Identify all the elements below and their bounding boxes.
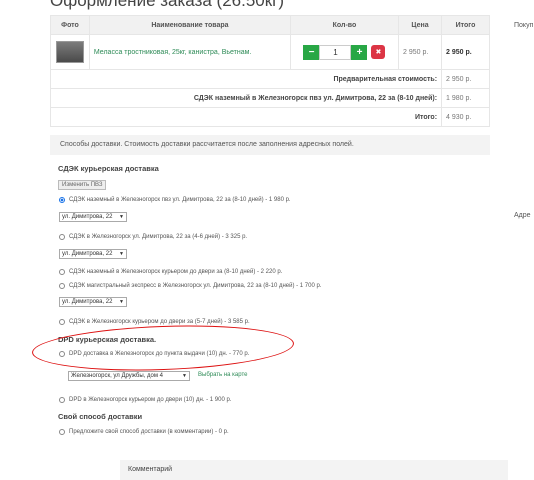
dpd-point-select[interactable]: Железногорск, ул Дружбы, дом 4 ▼ [68, 371, 190, 381]
radio-button[interactable] [59, 319, 65, 325]
pvz-select[interactable]: ул. Димитрова, 22 ▼ [59, 212, 127, 222]
quantity-stepper: − 1 + ✖ [295, 44, 394, 60]
remove-item-button[interactable]: ✖ [371, 45, 386, 59]
radio-button[interactable] [59, 429, 65, 435]
delivery-option-label: СДЭК в Железногорск ул. Димитрова, 22 за… [69, 234, 248, 240]
delivery-option[interactable]: DPD в Железногорск курьером до двери (10… [59, 397, 231, 403]
delivery-option-label: Предложите свой способ доставки (в комме… [69, 429, 229, 435]
pvz-select[interactable]: ул. Димитрова, 22 ▼ [59, 249, 127, 259]
col-price: Цена [397, 15, 443, 35]
summary-value: 1 980 р. [441, 88, 490, 108]
radio-button[interactable] [59, 397, 65, 403]
own-delivery-title: Свой способ доставки [58, 412, 143, 421]
delivery-option-label: DPD в Железногорск курьером до двери (10… [69, 397, 232, 403]
delivery-notice: Способы доставки. Стоимость доставки рас… [50, 135, 490, 155]
cart-table: Фото Наименование товара Кол-во Цена Ито… [49, 15, 490, 127]
summary-value: 2 950 р. [441, 69, 490, 89]
product-total: 2 950 р. [441, 34, 490, 70]
col-photo: Фото [50, 15, 90, 35]
summary-label: Итого: [49, 107, 443, 127]
page-title: Оформление заказа (26.50кг) [50, 0, 285, 10]
delivery-option[interactable]: СДЭК в Железногорск курьером до двери за… [59, 319, 250, 325]
qty-minus-button[interactable]: − [303, 44, 320, 60]
delivery-option-label: СДЭК наземный в Железногорск пвз ул. Дим… [69, 197, 291, 203]
radio-button[interactable] [59, 197, 65, 203]
product-price: 2 950 р. [397, 34, 443, 70]
cart-product-row: Меласса тростниковая, 25кг, канистра, Вь… [50, 34, 490, 70]
cdek-section-title: СДЭК курьерская доставка [58, 164, 159, 173]
pvz-select-value: ул. Димитрова, 22 [62, 214, 113, 220]
cart-header-row: Фото Наименование товара Кол-во Цена Ито… [50, 15, 490, 35]
summary-label: Предварительная стоимость: [49, 69, 443, 89]
dpd-select-value: Железногорск, ул Дружбы, дом 4 [71, 373, 163, 379]
delivery-option-label: СДЭК в Железногорск курьером до двери за… [69, 319, 250, 325]
chevron-down-icon: ▼ [182, 373, 187, 379]
col-total: Итого [441, 15, 490, 35]
col-name: Наименование товара [88, 15, 291, 35]
delivery-option[interactable]: Предложите свой способ доставки (в комме… [59, 429, 229, 435]
radio-button[interactable] [59, 351, 65, 357]
delivery-option[interactable]: DPD доставка в Железногорск до пункта вы… [59, 351, 249, 357]
chevron-down-icon: ▼ [119, 251, 124, 257]
comment-section-header: Комментарий [120, 460, 508, 480]
radio-button[interactable] [59, 269, 65, 275]
right-panel-label: Покуп [514, 22, 534, 29]
qty-input[interactable]: 1 [319, 44, 352, 60]
annotation-highlight-oval [31, 321, 295, 375]
delivery-option-label: DPD доставка в Железногорск до пункта вы… [69, 351, 250, 357]
delivery-option[interactable]: СДЭК наземный в Железногорск пвз ул. Дим… [59, 197, 291, 203]
right-panel-address-label: Адре [514, 212, 531, 219]
dpd-section-title: DPD курьерская доставка. [58, 335, 157, 344]
delivery-option-label: СДЭК магистральный экспресс в Железногор… [69, 283, 322, 289]
change-pvz-button[interactable]: Изменить ПВЗ [58, 180, 107, 190]
product-image[interactable] [55, 41, 84, 63]
product-link[interactable]: Меласса тростниковая, 25кг, канистра, Вь… [88, 34, 291, 70]
choose-on-map-link[interactable]: Выбрать на карте [198, 372, 247, 378]
pvz-select[interactable]: ул. Димитрова, 22 ▼ [59, 297, 127, 307]
col-qty: Кол-во [289, 15, 400, 35]
delivery-option[interactable]: СДЭК магистральный экспресс в Железногор… [59, 283, 321, 289]
radio-button[interactable] [59, 234, 65, 240]
chevron-down-icon: ▼ [119, 214, 124, 220]
pvz-select-value: ул. Димитрова, 22 [62, 299, 113, 305]
radio-button[interactable] [59, 283, 65, 289]
summary-row: СДЭК наземный в Железногорск пвз ул. Дим… [49, 88, 490, 108]
delivery-option[interactable]: СДЭК в Железногорск ул. Димитрова, 22 за… [59, 234, 247, 240]
summary-label: СДЭК наземный в Железногорск пвз ул. Дим… [49, 88, 443, 108]
chevron-down-icon: ▼ [119, 299, 124, 305]
pvz-select-value: ул. Димитрова, 22 [62, 251, 113, 257]
summary-value: 4 930 р. [441, 107, 490, 127]
qty-plus-button[interactable]: + [351, 44, 368, 60]
summary-row: Предварительная стоимость: 2 950 р. [49, 69, 490, 89]
delivery-option[interactable]: СДЭК наземный в Железногорск курьером до… [59, 269, 282, 275]
summary-row: Итого: 4 930 р. [49, 107, 490, 127]
delivery-option-label: СДЭК наземный в Железногорск курьером до… [69, 269, 283, 275]
